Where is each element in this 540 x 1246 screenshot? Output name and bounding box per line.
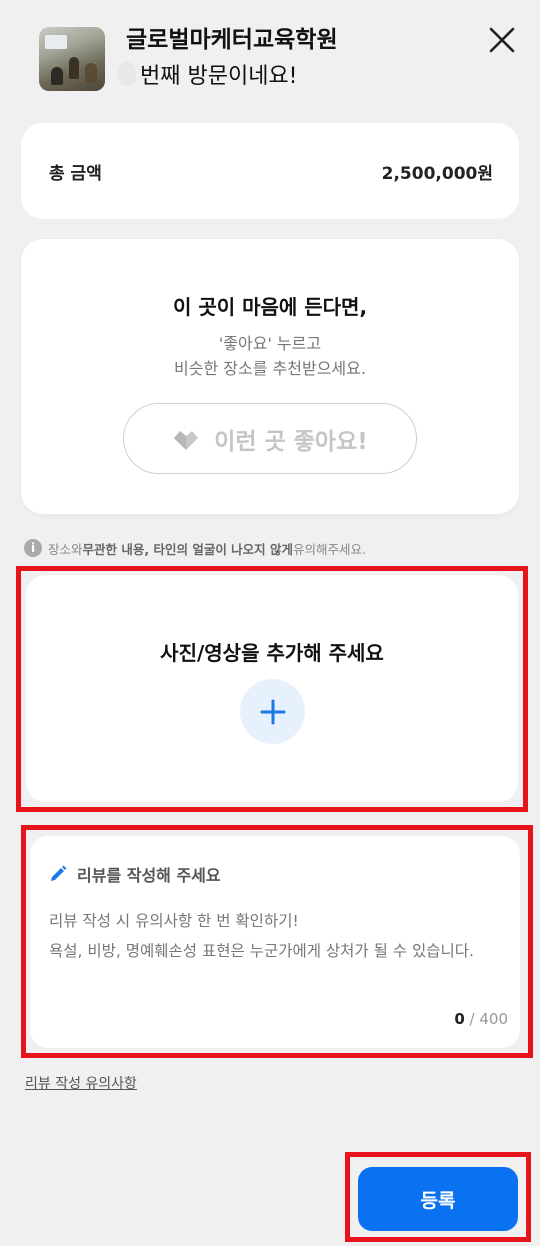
- pencil-icon: [51, 865, 67, 881]
- info-icon: i: [24, 539, 42, 557]
- close-icon: [489, 27, 515, 53]
- like-button-label: 이런 곳 좋아요!: [214, 428, 368, 455]
- heart-icon: [174, 430, 199, 450]
- close-button[interactable]: [486, 24, 518, 56]
- visit-count-placeholder: [118, 62, 136, 86]
- like-subtitle-line2: 비슷한 장소를 추천받으세요.: [174, 359, 366, 378]
- review-char-max: / 400: [469, 1010, 508, 1028]
- review-placeholder-line1: 리뷰 작성 시 유의사항 한 번 확인하기!: [49, 912, 299, 930]
- like-card: 이 곳이 마음에 든다면, '좋아요' 누르고 비슷한 장소를 추천받으세요. …: [21, 239, 519, 514]
- notice-text-1: 장소와: [48, 541, 83, 557]
- photo-notice: i 장소와 무관한 내용, 타인의 얼굴이 나오지 않게 유의해주세요.: [24, 537, 524, 559]
- like-subtitle: '좋아요' 누르고 비슷한 장소를 추천받으세요.: [21, 331, 519, 381]
- total-label: 총 금액: [49, 164, 102, 184]
- notice-text-2: 유의해주세요.: [293, 541, 367, 557]
- review-char-count: 0: [454, 1010, 465, 1028]
- place-name: 글로벌마케터교육학원: [126, 27, 338, 53]
- submit-button[interactable]: 등록: [358, 1167, 518, 1231]
- total-value: 2,500,000원: [381, 164, 493, 184]
- like-button[interactable]: 이런 곳 좋아요!: [123, 403, 417, 474]
- header: 글로벌마케터교육학원 번째 방문이네요!: [0, 0, 540, 108]
- review-textarea[interactable]: 리뷰 작성 시 유의사항 한 번 확인하기! 욕설, 비방, 명예훼손성 표현은…: [49, 906, 509, 966]
- total-amount-card: 총 금액 2,500,000원: [21, 123, 519, 219]
- visit-count-line: 번째 방문이네요!: [118, 58, 298, 90]
- place-thumbnail: [39, 27, 105, 91]
- photo-upload-title: 사진/영상을 추가해 주세요: [160, 641, 384, 665]
- plus-icon: [260, 699, 285, 724]
- review-input-card[interactable]: 리뷰를 작성해 주세요 리뷰 작성 시 유의사항 한 번 확인하기! 욕설, 비…: [30, 836, 520, 1048]
- review-heading: 리뷰를 작성해 주세요: [49, 862, 221, 886]
- add-photo-button[interactable]: [240, 679, 305, 744]
- like-title: 이 곳이 마음에 든다면,: [172, 295, 368, 319]
- review-guide-link[interactable]: 리뷰 작성 유의사항: [25, 1073, 137, 1093]
- like-subtitle-line1: '좋아요' 누르고: [218, 334, 322, 353]
- photo-upload-card[interactable]: 사진/영상을 추가해 주세요: [26, 575, 518, 802]
- review-heading-text: 리뷰를 작성해 주세요: [77, 866, 221, 885]
- visit-text: 번째 방문이네요!: [140, 64, 298, 89]
- review-char-counter: 0 / 400: [454, 1010, 508, 1028]
- review-placeholder-line2: 욕설, 비방, 명예훼손성 표현은 누군가에게 상처가 될 수 있습니다.: [49, 942, 474, 960]
- notice-text-bold: 무관한 내용, 타인의 얼굴이 나오지 않게: [82, 541, 294, 557]
